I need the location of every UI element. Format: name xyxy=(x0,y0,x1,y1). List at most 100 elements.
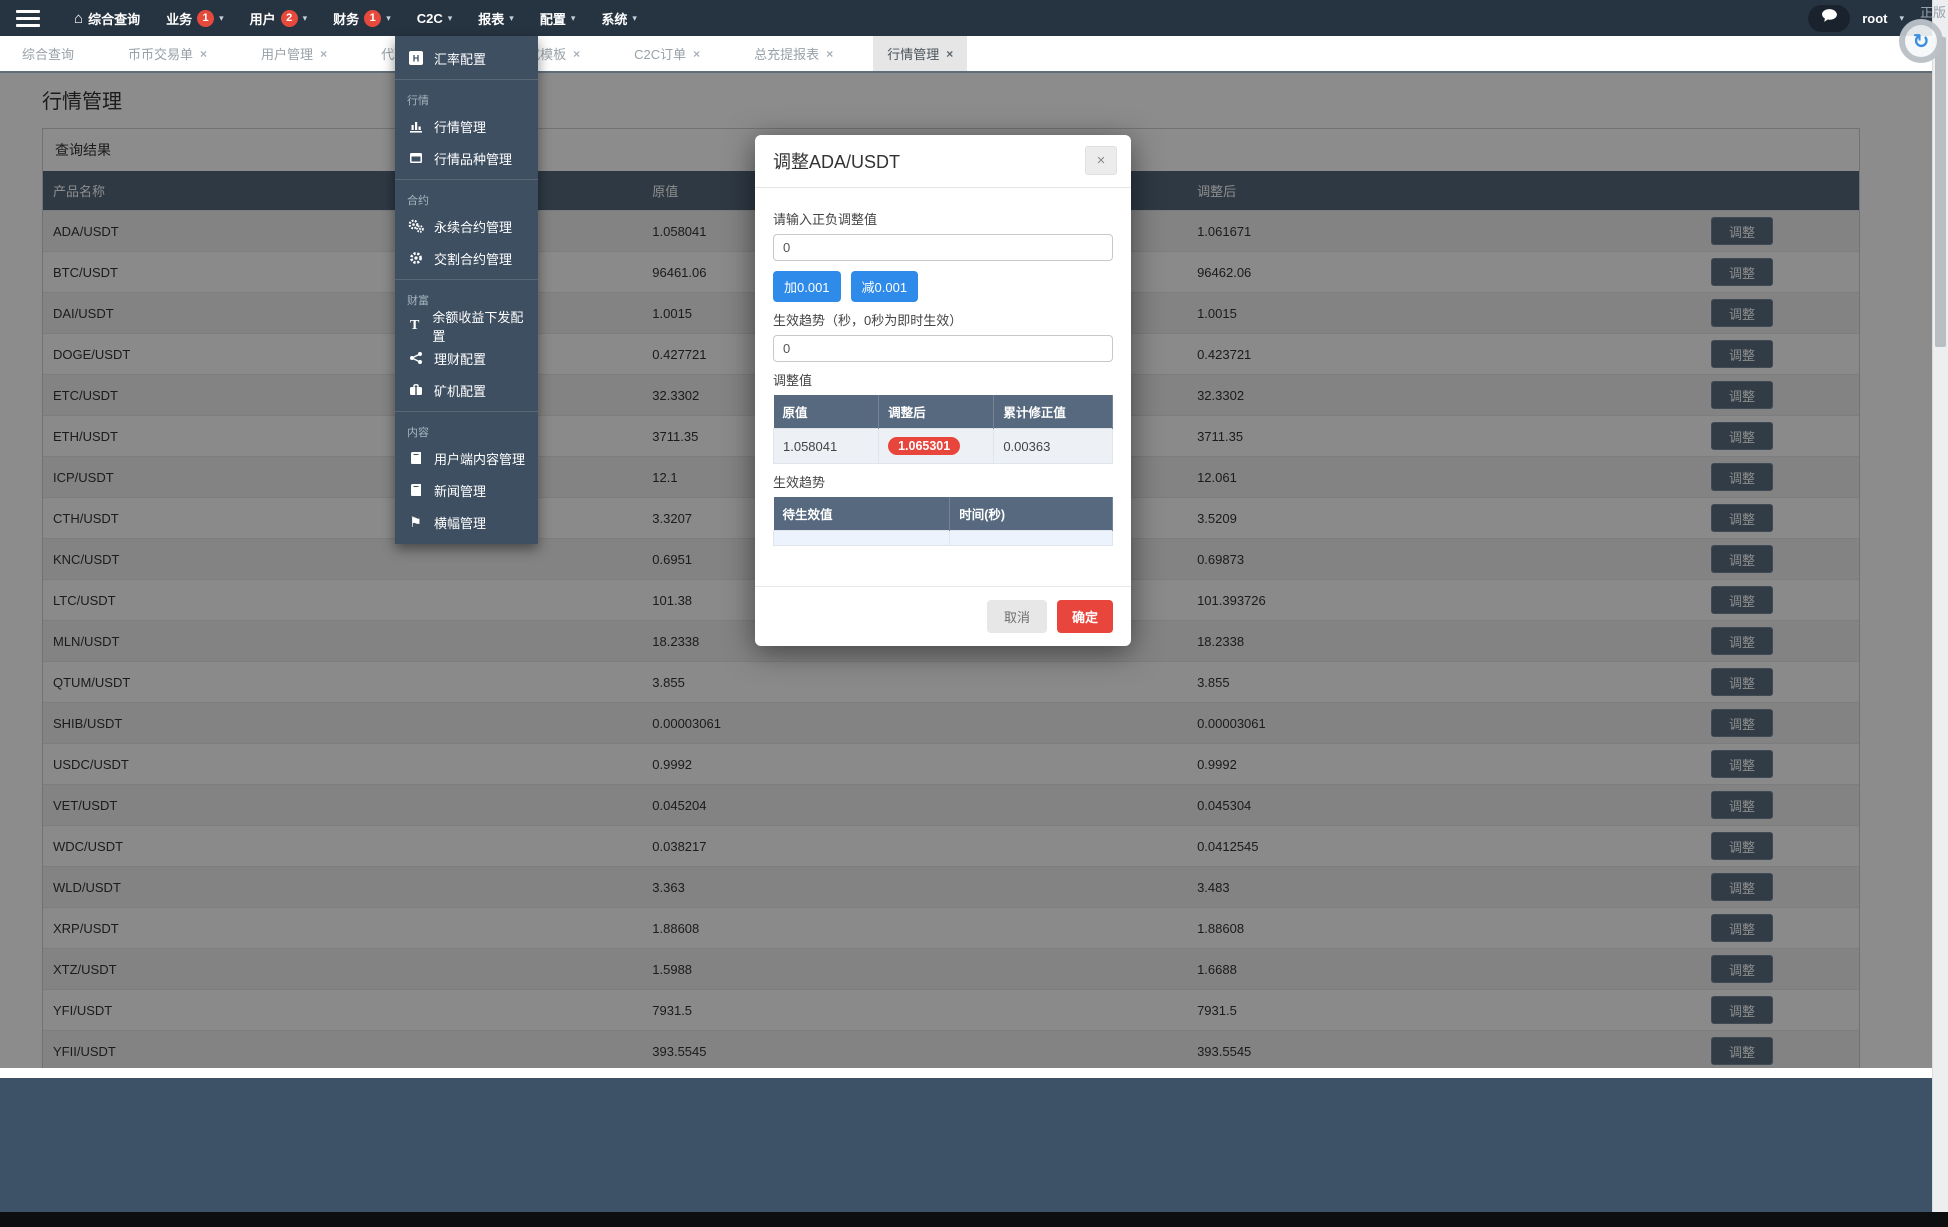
trend-table: 待生效值 时间(秒) xyxy=(772,497,1113,546)
nav-item-label: 报表 xyxy=(478,11,505,27)
menu-item-横幅管理[interactable]: ⚑ 横幅管理 xyxy=(395,506,538,538)
cog-icon xyxy=(407,251,424,265)
add-increment-button[interactable]: 加0.001 xyxy=(773,271,841,302)
tab-label: 行情管理 xyxy=(887,47,940,62)
cancel-button[interactable]: 取消 xyxy=(986,600,1047,633)
adjust-cumulative-value: 0.00363 xyxy=(993,428,1113,464)
tab-币币交易单[interactable]: 币币交易单 × xyxy=(114,36,221,71)
menu-item-用户端内容管理[interactable]: 用户端内容管理 xyxy=(395,442,538,474)
nav-item[interactable]: 业务 1 ▾ xyxy=(166,9,224,28)
text-icon: T xyxy=(409,318,420,333)
chevron-down-icon: ▾ xyxy=(386,12,391,23)
nav-item[interactable]: 财务 1 ▾ xyxy=(333,9,391,28)
adjusted-value-badge: 1.065301 xyxy=(888,437,961,455)
adjust-values-row: 1.058041 1.065301 0.00363 xyxy=(772,428,1113,464)
close-icon: × xyxy=(1096,152,1106,169)
menu-item-label: 矿机配置 xyxy=(434,383,487,399)
notification-badge: 2 xyxy=(280,9,298,27)
user-name[interactable]: root xyxy=(1862,11,1887,26)
modal-footer: 取消 确定 xyxy=(755,586,1131,646)
scrollbar-thumb[interactable] xyxy=(1935,37,1946,347)
modal-close-button[interactable]: × xyxy=(1085,146,1117,175)
hamburger-menu-icon[interactable] xyxy=(16,6,40,31)
menu-item-label: 余额收益下发配置 xyxy=(432,310,524,344)
tab-close-icon[interactable]: × xyxy=(946,47,953,61)
tab-总充提报表[interactable]: 总充提报表 × xyxy=(740,36,847,71)
adjust-header-original: 原值 xyxy=(773,395,880,429)
adjust-values-table: 原值 调整后 累计修正值 1.058041 1.065301 0.00363 xyxy=(772,395,1113,464)
value-input[interactable] xyxy=(773,234,1113,261)
trend-header-time: 时间(秒) xyxy=(949,497,1113,531)
chevron-down-icon: ▾ xyxy=(509,12,514,23)
menu-item-行情品种管理[interactable]: 行情品种管理 xyxy=(395,142,538,174)
svg-text:H: H xyxy=(412,54,419,64)
nav-item-label: 财务 xyxy=(333,11,360,27)
trend-header-pending: 待生效值 xyxy=(773,497,951,531)
menu-item-交割合约管理[interactable]: 交割合约管理 xyxy=(395,242,538,274)
chat-button[interactable] xyxy=(1808,4,1851,32)
navbar-right: root ▾ xyxy=(1808,4,1904,32)
menu-item-label: 新闻管理 xyxy=(434,483,487,499)
tab-close-icon[interactable]: × xyxy=(826,47,833,61)
tab-close-icon[interactable]: × xyxy=(200,47,207,61)
subtract-increment-button[interactable]: 减0.001 xyxy=(850,271,919,302)
tab-close-icon[interactable]: × xyxy=(320,47,327,61)
tab-用户管理[interactable]: 用户管理 × xyxy=(247,36,341,71)
menu-item-label: 行情管理 xyxy=(434,119,487,135)
notification-badge: 1 xyxy=(197,9,215,27)
chevron-down-icon: ▾ xyxy=(632,12,637,23)
tab-C2C订单[interactable]: C2C订单 × xyxy=(620,36,714,71)
menu-item-label: 理财配置 xyxy=(434,351,487,367)
book-icon xyxy=(407,451,424,465)
menu-item-理财配置[interactable]: 理财配置 xyxy=(395,342,538,374)
menu-item-余额收益下发配置[interactable]: T 余额收益下发配置 xyxy=(395,310,538,344)
nav-item-label: C2C xyxy=(416,10,443,26)
adjust-modal: 调整ADA/USDT × 请输入正负调整值 加0.001 减0.001 生效趋势… xyxy=(755,135,1131,646)
menu-item-矿机配置[interactable]: 矿机配置 xyxy=(395,374,538,406)
cogs-icon xyxy=(407,219,424,233)
menu-section-label: 内容 xyxy=(407,427,429,439)
tab-bar: 综合查询币币交易单×用户管理×代理商×支付方式模板×C2C订单×总充提报表×行情… xyxy=(0,36,1932,73)
tab-综合查询[interactable]: 综合查询 xyxy=(8,36,88,71)
adjust-section-label: 调整值 xyxy=(773,373,813,388)
tab-行情管理[interactable]: 行情管理 × xyxy=(873,36,968,71)
nav-item[interactable]: ⌂ 综合查询 xyxy=(74,9,140,28)
nav-item-label: 配置 xyxy=(539,11,566,27)
nav-item[interactable]: 配置 ▾ xyxy=(540,9,576,28)
trend-input-label: 生效趋势（秒，0秒为即时生效） xyxy=(773,313,963,328)
adjust-header-cumulative: 累计修正值 xyxy=(993,395,1113,429)
refresh-button[interactable]: ↻ xyxy=(1899,19,1943,63)
menu-divider xyxy=(395,411,538,412)
book-icon xyxy=(407,483,424,497)
tab-close-icon[interactable]: × xyxy=(693,47,700,61)
c2c-dropdown-menu: H 汇率配置 行情 行情管理 行情品种管理 合约 永续合约管理 交割合约管理 财富 T 余额收益下发… xyxy=(395,36,538,544)
confirm-button[interactable]: 确定 xyxy=(1056,600,1113,633)
chevron-down-icon: ▾ xyxy=(219,12,224,23)
trend-seconds-input[interactable] xyxy=(773,335,1113,362)
tab-label: C2C订单 xyxy=(634,47,687,62)
menu-item-label: 永续合约管理 xyxy=(434,219,513,235)
menu-item-新闻管理[interactable]: 新闻管理 xyxy=(395,474,538,506)
menu-divider xyxy=(395,179,538,180)
tab-close-icon[interactable]: × xyxy=(573,47,580,61)
nav-item[interactable]: 系统 ▾ xyxy=(601,9,637,28)
nav-item[interactable]: 用户 2 ▾ xyxy=(250,9,308,28)
modal-title: 调整ADA/USDT xyxy=(773,152,901,172)
bar-chart-icon xyxy=(407,119,424,133)
nav-item[interactable]: C2C ▾ xyxy=(417,11,453,26)
trend-empty-row xyxy=(772,530,1113,546)
chevron-down-icon: ▾ xyxy=(302,12,308,23)
refresh-icon: ↻ xyxy=(1912,30,1930,53)
trend-section-label: 生效趋势 xyxy=(773,475,826,490)
nav-item[interactable]: 报表 ▾ xyxy=(478,9,514,28)
menu-item-汇率配置[interactable]: H 汇率配置 xyxy=(395,42,538,74)
window-icon xyxy=(407,151,424,165)
watermark-text: 正版 xyxy=(1919,5,1946,20)
user-caret-icon[interactable]: ▾ xyxy=(1899,13,1904,24)
menu-item-label: 横幅管理 xyxy=(434,515,487,531)
menu-item-永续合约管理[interactable]: 永续合约管理 xyxy=(395,210,538,242)
menu-item-行情管理[interactable]: 行情管理 xyxy=(395,110,538,142)
chat-icon xyxy=(1821,8,1838,28)
scrollbar-track[interactable] xyxy=(1932,0,1948,1212)
tab-label: 用户管理 xyxy=(261,47,314,62)
